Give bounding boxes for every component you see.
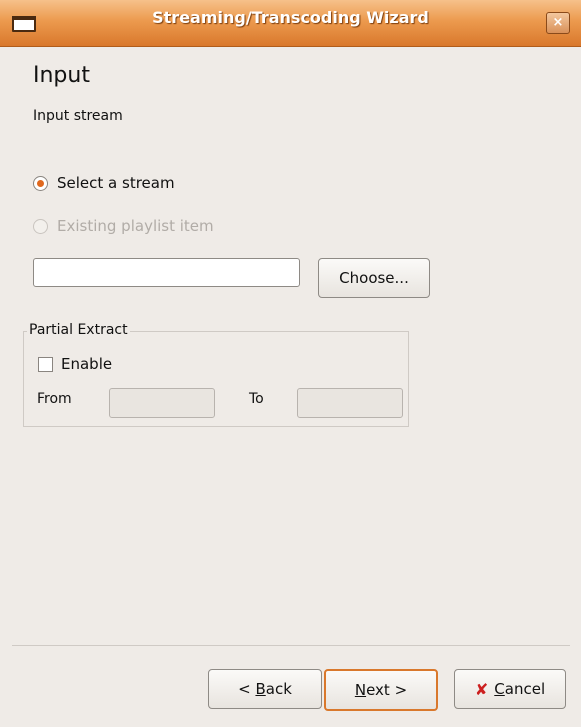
from-label: From [37,391,72,407]
to-label: To [249,391,264,407]
enable-label: Enable [61,355,113,373]
existing-playlist-radio [33,218,48,234]
choose-button[interactable]: Choose... [318,258,430,298]
existing-playlist-label: Existing playlist item [57,217,214,235]
from-input [109,388,215,418]
cancel-button[interactable]: ✘ Cancel [454,669,566,709]
cancel-mnemonic: C [494,680,505,698]
cancel-x-icon: ✘ [474,679,489,699]
enable-checkbox-row[interactable]: Enable [38,355,112,373]
existing-playlist-radio-row: Existing playlist item [33,217,214,235]
cancel-label-rest: ancel [504,680,546,698]
partial-extract-legend: Partial Extract [27,322,130,338]
page-title: Input [33,63,90,88]
next-button[interactable]: Next > [324,669,438,711]
close-button[interactable]: × [546,12,570,34]
back-prefix: < [238,680,251,698]
select-stream-radio-row[interactable]: Select a stream [33,174,175,192]
next-mnemonic: N [354,681,367,699]
stream-input[interactable] [33,258,300,287]
to-input [297,388,403,418]
next-label-rest: ext > [366,681,408,699]
select-stream-label: Select a stream [57,174,175,192]
back-button[interactable]: < Back [208,669,322,709]
page-subtitle: Input stream [33,108,123,124]
title-bar[interactable]: Streaming/Transcoding Wizard × [0,0,581,47]
back-label-rest: ack [265,680,292,698]
back-mnemonic: B [255,680,266,698]
footer-divider [12,645,570,646]
window-title: Streaming/Transcoding Wizard [152,8,429,27]
enable-checkbox[interactable] [38,356,53,372]
select-stream-radio[interactable] [33,175,48,191]
